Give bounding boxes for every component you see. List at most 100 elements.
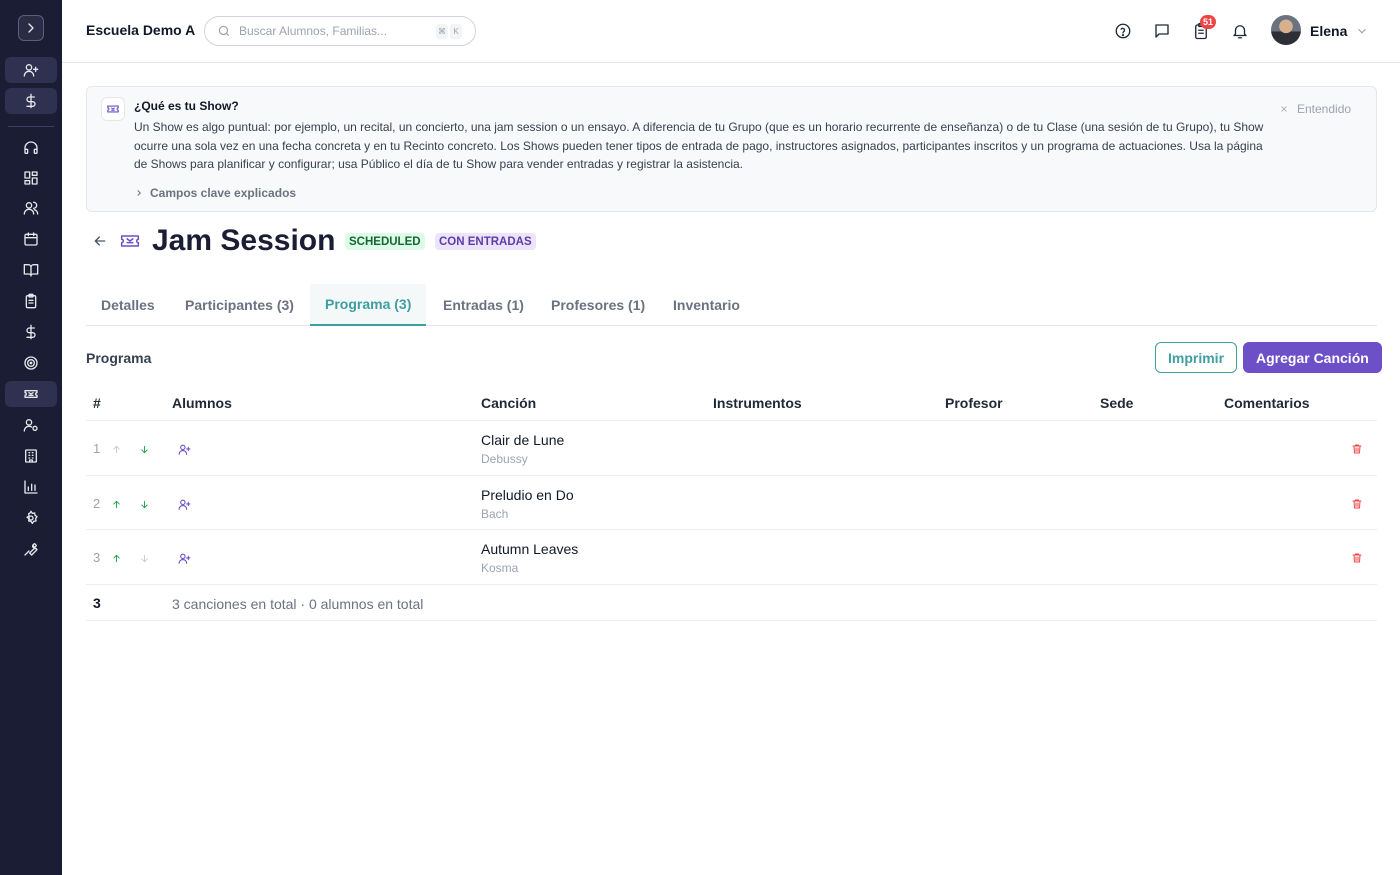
move-up-button[interactable] <box>111 497 122 515</box>
tab-entradas[interactable]: Entradas (1) <box>428 284 539 326</box>
info-banner: ¿Qué es tu Show? Un Show es algo puntual… <box>86 86 1377 212</box>
total-summary: 3 canciones en total · 0 alumnos en tota… <box>172 596 424 612</box>
row-divider <box>86 620 1377 621</box>
messages-button[interactable] <box>1152 21 1172 41</box>
search-input[interactable] <box>239 24 429 38</box>
arrow-up-icon <box>113 445 120 454</box>
ticket-icon <box>107 105 119 113</box>
sidebar-divider <box>8 126 54 127</box>
trash-icon <box>1352 444 1362 454</box>
shortcut-key-k: K <box>450 24 462 39</box>
tab-detalles[interactable]: Detalles <box>86 284 170 326</box>
sidebar-item-payment[interactable] <box>5 88 57 114</box>
trash-icon <box>1352 499 1362 509</box>
help-button[interactable] <box>1113 21 1133 41</box>
help-circle-icon <box>1115 23 1131 39</box>
add-student-button[interactable] <box>178 552 191 570</box>
wrench-icon <box>24 543 38 556</box>
tab-participantes[interactable]: Participantes (3) <box>170 284 309 326</box>
back-button[interactable] <box>92 233 108 254</box>
dismiss-label: Entendido <box>1297 102 1352 116</box>
add-student-button[interactable] <box>178 443 191 461</box>
user-plus-icon <box>178 553 191 564</box>
search-box[interactable]: ⌘ K <box>204 16 476 46</box>
book-icon <box>23 264 39 277</box>
sidebar-item-staff[interactable] <box>5 412 57 438</box>
dashboard-icon <box>24 171 38 185</box>
delete-row-button[interactable] <box>1351 497 1363 515</box>
tab-programa[interactable]: Programa (3) <box>310 284 427 326</box>
sidebar-item-add-student[interactable] <box>5 57 57 83</box>
arrow-down-icon <box>141 445 148 454</box>
move-down-button[interactable] <box>139 497 150 515</box>
building-icon <box>25 449 37 463</box>
move-up-button[interactable] <box>111 551 122 569</box>
tab-inventario[interactable]: Inventario <box>658 284 755 326</box>
info-banner-title: ¿Qué es tu Show? <box>134 99 239 113</box>
column-header-students: Alumnos <box>172 395 232 411</box>
move-down-button[interactable] <box>139 442 150 460</box>
column-header-teacher: Profesor <box>945 395 1003 411</box>
move-up-button[interactable] <box>111 442 122 460</box>
add-song-button[interactable]: Agregar Canción <box>1243 342 1382 373</box>
show-type-icon <box>120 232 140 255</box>
sidebar-item-billing[interactable] <box>5 319 57 345</box>
column-header-venue: Sede <box>1100 395 1134 411</box>
calendar-icon <box>24 232 38 246</box>
message-square-icon <box>1155 24 1169 38</box>
user-menu-toggle[interactable] <box>1355 24 1369 43</box>
sidebar-item-students[interactable] <box>5 195 57 221</box>
chevron-down-icon <box>1358 28 1366 34</box>
row-divider <box>86 475 1377 476</box>
sidebar-item-tools[interactable] <box>5 536 57 562</box>
sidebar-item-reports[interactable] <box>5 474 57 500</box>
user-avatar[interactable] <box>1271 15 1301 45</box>
column-header-instruments: Instrumentos <box>713 395 802 411</box>
arrow-down-icon <box>141 500 148 509</box>
bar-chart-icon <box>24 480 38 494</box>
target-icon <box>24 356 38 370</box>
sidebar-item-locations[interactable] <box>5 443 57 469</box>
school-name[interactable]: Escuela Demo A <box>86 22 195 38</box>
print-button[interactable]: Imprimir <box>1155 342 1238 373</box>
sidebar-item-calendar[interactable] <box>5 226 57 252</box>
ticket-icon <box>120 235 140 247</box>
add-student-button[interactable] <box>178 498 191 516</box>
chevron-right-icon <box>28 23 34 33</box>
sidebar-item-settings[interactable] <box>5 505 57 531</box>
info-banner-icon <box>101 97 125 121</box>
key-fields-toggle[interactable]: Campos clave explicados <box>134 186 296 200</box>
row-number: 1 <box>93 441 101 456</box>
move-down-button[interactable] <box>139 551 150 569</box>
chevron-right-icon <box>137 190 141 196</box>
sidebar-item-tasks[interactable] <box>5 288 57 314</box>
arrow-left-icon <box>94 236 106 246</box>
bell-icon <box>1233 25 1247 39</box>
sidebar-item-goals[interactable] <box>5 350 57 376</box>
row-divider <box>86 584 1377 585</box>
trash-icon <box>1352 553 1362 563</box>
user-cog-icon <box>23 419 38 432</box>
tab-bar: Detalles Participantes (3) Programa (3) … <box>86 284 1377 326</box>
sidebar-item-support[interactable] <box>5 135 57 161</box>
tab-profesores[interactable]: Profesores (1) <box>536 284 660 326</box>
settings-icon <box>26 510 38 524</box>
sidebar-item-shows[interactable] <box>5 381 57 407</box>
song-title: Preludio en Do <box>481 487 574 503</box>
tasks-count-badge: 51 <box>1200 15 1217 29</box>
delete-row-button[interactable] <box>1351 442 1363 460</box>
users-icon <box>23 201 39 215</box>
notifications-button[interactable] <box>1230 21 1250 41</box>
top-header: Escuela Demo A ⌘ K 51 Elena <box>62 0 1400 63</box>
sidebar-item-dashboard[interactable] <box>5 165 57 191</box>
user-name[interactable]: Elena <box>1310 23 1347 39</box>
song-title: Autumn Leaves <box>481 541 579 557</box>
sidebar-expand-button[interactable] <box>18 15 44 41</box>
clipboard-icon <box>25 293 37 309</box>
column-header-number: # <box>93 395 101 411</box>
dismiss-button[interactable]: Entendido <box>1279 102 1351 116</box>
page-title: Jam Session <box>152 224 336 257</box>
sidebar-item-courses[interactable] <box>5 257 57 283</box>
column-header-song: Canción <box>481 395 537 411</box>
delete-row-button[interactable] <box>1351 551 1363 569</box>
